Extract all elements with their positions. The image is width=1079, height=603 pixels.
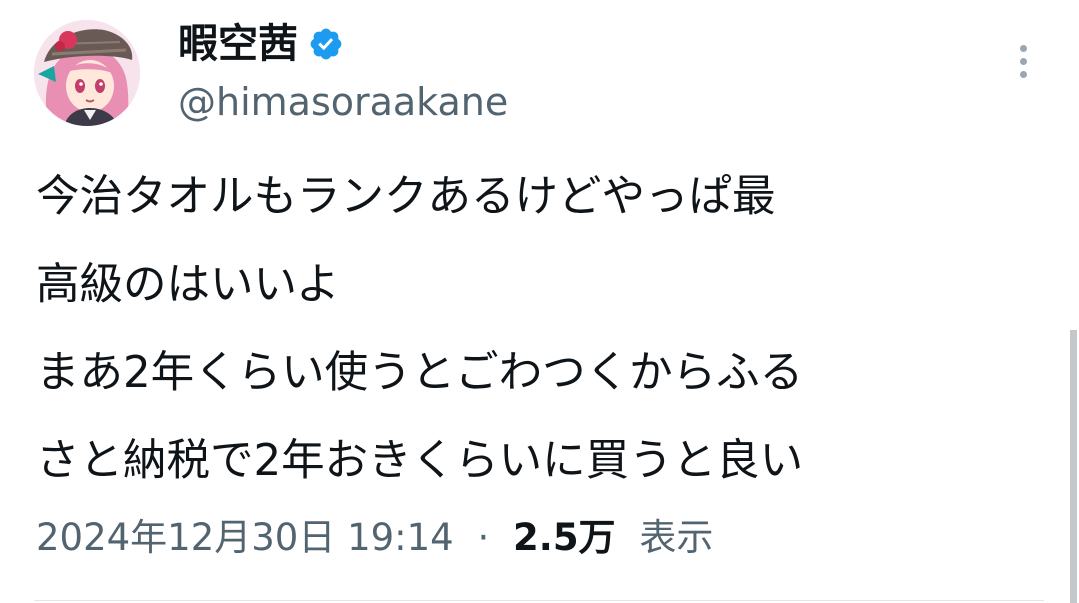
more-dot	[1019, 44, 1027, 52]
meta-separator: ·	[477, 516, 490, 559]
views-count: 2.5万	[513, 516, 616, 559]
scrollbar[interactable]	[1070, 330, 1077, 603]
tweet-text: 今治タオルもランクあるけどやっぱ最 高級のはいいよ まあ2年くらい使うとごわつく…	[36, 153, 1046, 505]
user-name-row: 暇空茜	[178, 18, 344, 70]
verified-badge-icon	[310, 28, 342, 60]
tweet-text-line: まあ2年くらい使うとごわつくからふる	[36, 348, 804, 398]
tweet-card: 暇空茜 @himasoraakane 今治タオルもランクあるけどやっぱ最 高級の…	[0, 0, 1079, 603]
divider	[34, 600, 1044, 601]
tweet-text-line: 今治タオルもランクあるけどやっぱ最	[36, 172, 776, 222]
tweet-text-line: 高級のはいいよ	[36, 260, 340, 310]
more-options-icon[interactable]	[1006, 38, 1040, 84]
user-handle[interactable]: @himasoraakane	[178, 76, 508, 128]
more-dot	[1019, 57, 1027, 65]
display-name[interactable]: 暇空茜	[178, 18, 298, 70]
more-dot	[1019, 70, 1027, 78]
avatar-image-icon	[34, 20, 140, 126]
tweet-meta: 2024年12月30日 19:14 · 2.5万 表示	[36, 510, 713, 566]
timestamp[interactable]: 2024年12月30日 19:14	[36, 516, 454, 559]
tweet-text-line: さと納税で2年おきくらいに買うと良い	[36, 436, 804, 486]
views-label: 表示	[639, 516, 714, 559]
avatar[interactable]	[34, 20, 140, 126]
